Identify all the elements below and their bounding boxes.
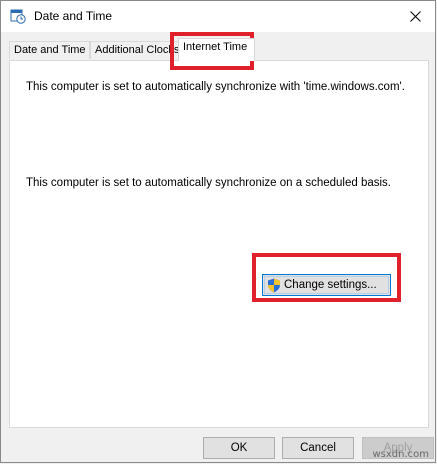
internet-time-panel: This computer is set to automatically sy… [9,60,429,428]
tab-internet-time[interactable]: Internet Time [178,38,255,61]
uac-shield-icon [268,278,280,293]
change-settings-button[interactable]: Change settings... [262,274,391,296]
ok-button[interactable]: OK [203,437,275,459]
schedule-text: This computer is set to automatically sy… [26,177,391,189]
tab-date-and-time[interactable]: Date and Time [9,41,90,59]
change-settings-label: Change settings... [284,279,377,291]
tab-additional-clocks[interactable]: Additional Clocks [90,41,181,59]
close-icon [409,11,421,22]
watermark: wsxdn.com [372,449,429,460]
clock-calendar-icon [10,9,26,24]
window-title: Date and Time [34,9,113,23]
close-button[interactable] [395,1,435,32]
sync-server-text: This computer is set to automatically sy… [26,81,405,93]
date-and-time-dialog: Date and Time Date and Time Additional C… [0,0,436,463]
cancel-button[interactable]: Cancel [282,437,354,459]
title-bar: Date and Time [1,1,435,32]
